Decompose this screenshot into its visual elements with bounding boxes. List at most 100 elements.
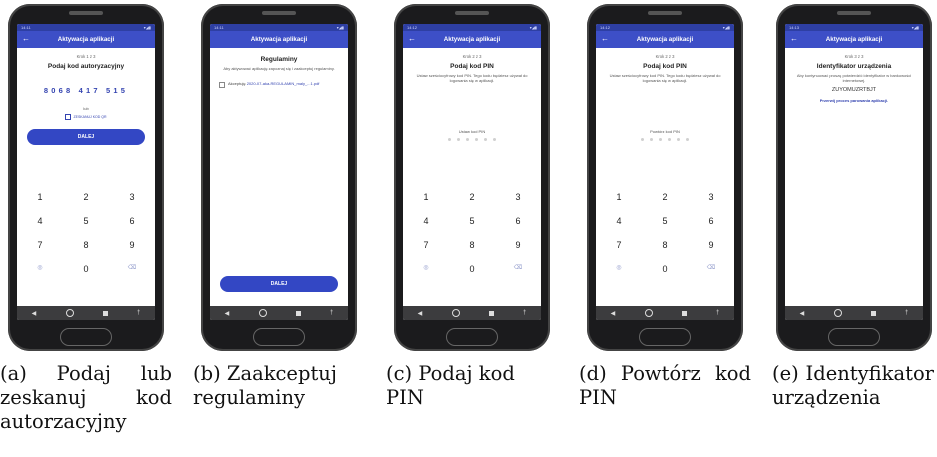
android-nav-bar: ◀ † bbox=[210, 306, 348, 320]
terms-pdf-link[interactable]: 2020-07-aka-REGULAMIN_maly_...1.pdf bbox=[247, 81, 320, 86]
back-arrow-icon[interactable]: ← bbox=[601, 34, 609, 43]
phone-frame: 14:11 ▾◢▮ Aktywacja aplikacji Regulaminy … bbox=[201, 4, 357, 351]
step-indicator: Krok 2 z 3 bbox=[655, 54, 675, 59]
caption-a: (a) Podaj lub zeskanuj kod autorzacyjny bbox=[0, 362, 172, 433]
backspace-icon[interactable]: ⌫ bbox=[495, 264, 541, 274]
key-4[interactable]: 4 bbox=[17, 216, 63, 226]
nav-home-icon[interactable] bbox=[833, 309, 842, 317]
phone-screen: 14:13 ▾◢▮ ← Aktywacja aplikacji Krok 3 z … bbox=[785, 24, 923, 320]
nav-home-icon[interactable] bbox=[258, 309, 267, 317]
fingerprint-icon[interactable]: ◎ bbox=[17, 264, 63, 274]
fingerprint-icon[interactable]: ◎ bbox=[596, 264, 642, 274]
phone-screen: 14:11 ▾◢▮ ← Aktywacja aplikacji Krok 1 z … bbox=[17, 24, 155, 320]
nav-back-icon[interactable]: ◀ bbox=[611, 310, 616, 317]
numeric-keypad: 1 2 3 4 5 6 7 8 9 ◎ 0 ⌫ bbox=[596, 192, 734, 274]
key-1[interactable]: 1 bbox=[17, 192, 63, 202]
key-9[interactable]: 9 bbox=[688, 240, 734, 250]
status-icons: ▾◢▮ bbox=[529, 25, 537, 30]
key-8[interactable]: 8 bbox=[449, 240, 495, 250]
screen-description: Ustaw sześciocyfrowy kod PIN. Tego kodu … bbox=[609, 73, 721, 83]
nav-recents-icon[interactable] bbox=[681, 310, 687, 316]
speaker bbox=[69, 11, 103, 15]
key-9[interactable]: 9 bbox=[495, 240, 541, 250]
pin-dot bbox=[493, 138, 496, 141]
nav-recents-icon[interactable] bbox=[102, 310, 108, 316]
key-5[interactable]: 5 bbox=[449, 216, 495, 226]
key-6[interactable]: 6 bbox=[109, 216, 155, 226]
app-bar: ← Aktywacja aplikacji bbox=[596, 31, 734, 48]
nav-recents-icon[interactable] bbox=[295, 310, 301, 316]
key-1[interactable]: 1 bbox=[596, 192, 642, 202]
nav-back-icon[interactable]: ◀ bbox=[225, 310, 230, 317]
numeric-keypad: 1 2 3 4 5 6 7 8 9 ◎ 0 ⌫ bbox=[17, 192, 155, 274]
key-0[interactable]: 0 bbox=[63, 264, 109, 274]
key-8[interactable]: 8 bbox=[642, 240, 688, 250]
caption-e: (e) Identyfikator urządzenia bbox=[772, 362, 934, 409]
key-4[interactable]: 4 bbox=[403, 216, 449, 226]
backspace-icon[interactable]: ⌫ bbox=[688, 264, 734, 274]
key-8[interactable]: 8 bbox=[63, 240, 109, 250]
key-4[interactable]: 4 bbox=[596, 216, 642, 226]
nav-extra-icon[interactable]: † bbox=[330, 310, 333, 316]
nav-extra-icon[interactable]: † bbox=[716, 310, 719, 316]
pin-dot bbox=[448, 138, 451, 141]
android-nav-bar: ◀ † bbox=[403, 306, 541, 320]
key-7[interactable]: 7 bbox=[596, 240, 642, 250]
key-6[interactable]: 6 bbox=[688, 216, 734, 226]
nav-home-icon[interactable] bbox=[644, 309, 653, 317]
next-button[interactable]: DALEJ bbox=[220, 276, 338, 292]
nav-recents-icon[interactable] bbox=[488, 310, 494, 316]
app-bar: ← Aktywacja aplikacji bbox=[785, 31, 923, 48]
next-button[interactable]: DALEJ bbox=[27, 129, 145, 145]
status-time: 14:11 bbox=[214, 25, 224, 30]
key-7[interactable]: 7 bbox=[17, 240, 63, 250]
key-7[interactable]: 7 bbox=[403, 240, 449, 250]
back-arrow-icon[interactable]: ← bbox=[22, 34, 30, 43]
key-3[interactable]: 3 bbox=[495, 192, 541, 202]
status-bar: 14:12 ▾◢▮ bbox=[596, 24, 734, 31]
nav-back-icon[interactable]: ◀ bbox=[418, 310, 423, 317]
numeric-keypad: 1 2 3 4 5 6 7 8 9 ◎ 0 ⌫ bbox=[403, 192, 541, 274]
nav-back-icon[interactable]: ◀ bbox=[32, 310, 37, 317]
screen-heading: Podaj kod PIN bbox=[643, 63, 687, 70]
key-2[interactable]: 2 bbox=[449, 192, 495, 202]
key-0[interactable]: 0 bbox=[642, 264, 688, 274]
back-arrow-icon[interactable]: ← bbox=[408, 34, 416, 43]
screen-heading: Identyfikator urządzenia bbox=[816, 63, 892, 70]
nav-extra-icon[interactable]: † bbox=[905, 310, 908, 316]
pin-dot bbox=[484, 138, 487, 141]
nav-extra-icon[interactable]: † bbox=[137, 310, 140, 316]
terms-checkbox[interactable] bbox=[219, 82, 225, 88]
accept-label: Akceptuję bbox=[228, 81, 246, 86]
key-6[interactable]: 6 bbox=[495, 216, 541, 226]
key-3[interactable]: 3 bbox=[688, 192, 734, 202]
terms-checkbox-row[interactable]: Akceptuję 2020-07-aka-REGULAMIN_maly_...… bbox=[219, 81, 342, 88]
screen-description: Aby kontynuować proszę potwierdzić ident… bbox=[796, 73, 912, 83]
key-5[interactable]: 5 bbox=[63, 216, 109, 226]
status-icons: ▾◢▮ bbox=[911, 25, 919, 30]
backspace-icon[interactable]: ⌫ bbox=[109, 264, 155, 274]
screen-description: Aby aktywować aplikację zapoznaj się i z… bbox=[223, 66, 335, 71]
pin-dot bbox=[686, 138, 689, 141]
back-arrow-icon[interactable]: ← bbox=[790, 34, 798, 43]
key-0[interactable]: 0 bbox=[449, 264, 495, 274]
key-1[interactable]: 1 bbox=[403, 192, 449, 202]
home-button bbox=[639, 328, 691, 346]
app-bar: Aktywacja aplikacji bbox=[210, 31, 348, 48]
nav-home-icon[interactable] bbox=[451, 309, 460, 317]
nav-extra-icon[interactable]: † bbox=[523, 310, 526, 316]
key-9[interactable]: 9 bbox=[109, 240, 155, 250]
key-2[interactable]: 2 bbox=[642, 192, 688, 202]
key-3[interactable]: 3 bbox=[109, 192, 155, 202]
abort-pairing-link[interactable]: Przerwij proces parowania aplikacji. bbox=[795, 98, 913, 103]
home-button bbox=[828, 328, 880, 346]
key-2[interactable]: 2 bbox=[63, 192, 109, 202]
nav-back-icon[interactable]: ◀ bbox=[800, 310, 805, 317]
nav-home-icon[interactable] bbox=[65, 309, 74, 317]
speaker bbox=[837, 11, 871, 15]
status-icons: ▾◢▮ bbox=[722, 25, 730, 30]
screen-description: Ustaw sześciocyfrowy kod PIN. Tego kodu … bbox=[416, 73, 528, 83]
fingerprint-icon[interactable]: ◎ bbox=[403, 264, 449, 274]
nav-recents-icon[interactable] bbox=[870, 310, 876, 316]
key-5[interactable]: 5 bbox=[642, 216, 688, 226]
